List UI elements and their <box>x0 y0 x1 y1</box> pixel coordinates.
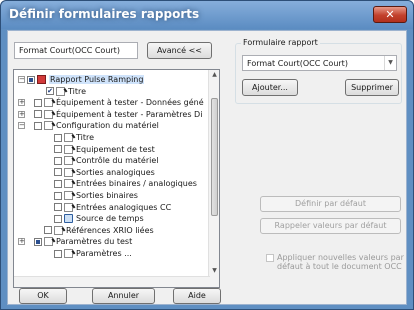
tree-item-label: Contrôle du matériel <box>76 156 159 166</box>
window-title: Définir formulaires rapports <box>9 7 200 21</box>
form-item-icon <box>64 202 73 212</box>
tree-item[interactable]: Sorties analogiques <box>54 167 155 178</box>
form-item-icon <box>54 225 63 235</box>
dialog-window: Définir formulaires rapports ✕ Format Co… <box>0 0 414 310</box>
tree-item-label: Rapport Pulse Ramping <box>49 75 145 84</box>
collapse-icon[interactable]: − <box>18 122 25 130</box>
tree-item-checkbox[interactable] <box>54 133 62 142</box>
tree-item-label: Configuration du matériel <box>56 121 159 131</box>
form-item-icon <box>44 237 53 247</box>
scroll-thumb[interactable] <box>211 98 218 216</box>
form-item-icon <box>56 86 65 96</box>
vertical-scrollbar[interactable]: ▲ ▼ <box>208 70 219 287</box>
tree-item[interactable]: Sorties binaires <box>54 190 138 201</box>
form-item-icon <box>44 121 53 131</box>
cancel-button[interactable]: Annuler <box>92 288 155 304</box>
tree-item-checkbox[interactable] <box>54 191 62 200</box>
report-tree[interactable]: − Rapport Pulse Ramping ✔ Titre + Équipement … <box>13 69 220 288</box>
report-icon <box>37 75 46 84</box>
tree-item-checkbox[interactable] <box>54 249 62 258</box>
tree-item-label: Equipement de test <box>76 144 155 154</box>
tree-item-label: Titre <box>68 86 87 96</box>
tree-item-label: Équipement à tester - Paramètres Di <box>56 109 203 119</box>
advanced-button[interactable]: Avancé << <box>147 42 212 59</box>
tree-item-checkbox[interactable] <box>54 145 62 154</box>
tree-item-checkbox[interactable] <box>54 156 62 165</box>
form-item-icon <box>64 179 73 189</box>
tree-item-checkbox[interactable] <box>54 168 62 177</box>
form-item-icon <box>64 249 73 258</box>
delete-button[interactable]: Supprimer <box>345 79 399 96</box>
tree-item[interactable]: Références XRIO liées <box>44 225 154 236</box>
tree-item-checkbox[interactable] <box>27 75 35 84</box>
tree-item-checkbox[interactable] <box>44 226 52 235</box>
tree-item[interactable]: Paramètres ... <box>54 248 132 259</box>
form-item-icon <box>44 98 53 108</box>
tree-item[interactable]: − Configuration du matériel <box>18 120 159 131</box>
tree-item-checkbox[interactable] <box>34 110 42 119</box>
ok-button[interactable]: OK <box>19 288 67 304</box>
apply-defaults-option[interactable]: Appliquer nouvelles valeurs par défaut à… <box>266 253 406 271</box>
form-item-icon <box>44 109 53 119</box>
tree-item[interactable]: Equipement de test <box>54 144 155 155</box>
tree-item-label: Entrées analogiques CC <box>76 202 172 212</box>
collapse-icon[interactable]: − <box>18 76 25 83</box>
tree-item-checkbox[interactable] <box>34 237 42 246</box>
apply-defaults-checkbox[interactable] <box>266 254 274 262</box>
tree-item-label: Source de temps <box>76 214 144 224</box>
tree-item-checkbox[interactable] <box>34 98 42 107</box>
tree-item-label: Sorties analogiques <box>76 167 155 177</box>
scroll-down-icon[interactable]: ▼ <box>210 266 219 275</box>
group-label: Formulaire rapport <box>241 38 320 47</box>
expand-icon[interactable]: + <box>18 238 25 246</box>
add-button[interactable]: Ajouter... <box>242 79 298 96</box>
tree-item-label: Paramètres du test <box>56 237 133 247</box>
expand-icon[interactable]: + <box>18 110 25 118</box>
tree-item[interactable]: ✔ Titre <box>46 86 86 97</box>
report-form-group: Formulaire rapport Format Court(OCC Cour… <box>235 38 402 104</box>
form-item-icon <box>64 156 73 166</box>
tree-item[interactable]: + Équipement à tester - Données géné <box>18 97 204 108</box>
form-item-icon <box>64 144 73 154</box>
tree-item[interactable]: Titre <box>54 132 94 143</box>
apply-defaults-label: Appliquer nouvelles valeurs par défaut à… <box>277 253 404 271</box>
tree-item-checkbox[interactable] <box>54 179 62 188</box>
restore-defaults-button[interactable]: Rappeler valeurs par défaut <box>260 218 401 234</box>
tree-item-checkbox[interactable] <box>54 214 62 223</box>
tree-item-label: Entrées binaires / analogiques <box>76 179 197 189</box>
tree-item-checkbox[interactable] <box>54 203 62 212</box>
dialog-body: Format Court(OCC Court) Avancé << Formul… <box>7 30 407 305</box>
close-button[interactable]: ✕ <box>373 6 407 23</box>
tree-item-checkbox[interactable]: ✔ <box>46 87 54 96</box>
tree-item[interactable]: + Paramètres du test <box>18 236 132 247</box>
tree-item[interactable]: Entrées analogiques CC <box>54 202 171 213</box>
horizontal-scrollbar[interactable] <box>14 276 210 287</box>
form-item-icon <box>64 167 73 177</box>
tree-item-label: Sorties binaires <box>76 191 138 200</box>
form-item-icon <box>64 133 73 142</box>
expand-icon[interactable]: + <box>18 99 25 107</box>
tree-item-label: Références XRIO liées <box>66 225 154 235</box>
time-source-icon <box>64 214 73 224</box>
form-item-icon <box>64 191 73 200</box>
report-form-select[interactable]: Format Court(OCC Court) ▼ <box>242 55 397 71</box>
tree-item[interactable]: Source de temps <box>54 213 144 224</box>
scroll-up-icon[interactable]: ▲ <box>210 70 219 79</box>
title-bar[interactable]: Définir formulaires rapports ✕ <box>1 1 413 29</box>
dropdown-arrow-icon[interactable]: ▼ <box>384 56 396 70</box>
tree-item-label: Paramètres ... <box>76 249 132 258</box>
format-field[interactable]: Format Court(OCC Court) <box>14 42 138 59</box>
tree-item-label: Titre <box>76 133 95 142</box>
tree-item[interactable]: Entrées binaires / analogiques <box>54 178 197 189</box>
tree-item[interactable]: Contrôle du matériel <box>54 155 158 166</box>
set-default-button[interactable]: Définir par défaut <box>260 196 401 212</box>
tree-item-checkbox[interactable] <box>34 121 42 130</box>
tree-item[interactable]: + Équipement à tester - Paramètres Di <box>18 109 202 120</box>
tree-item[interactable]: − Rapport Pulse Ramping <box>18 74 145 85</box>
tree-item-label: Équipement à tester - Données géné <box>56 98 204 108</box>
help-button[interactable]: Aide <box>173 288 221 304</box>
report-form-select-value: Format Court(OCC Court) <box>247 59 348 68</box>
